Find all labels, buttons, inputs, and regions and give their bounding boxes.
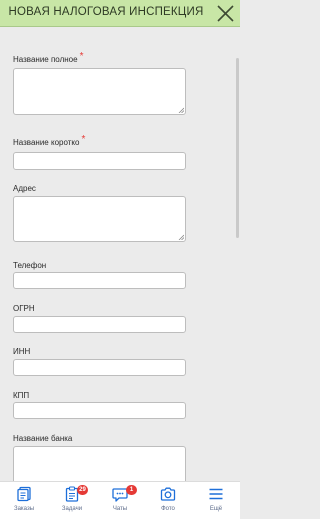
field-label-full-name: Название полное * xyxy=(13,51,84,64)
resize-handle-icon[interactable] xyxy=(178,107,184,113)
app-header: НОВАЯ НАЛОГОВАЯ ИНСПЕКЦИЯ xyxy=(0,0,240,27)
kpp-input[interactable] xyxy=(13,402,186,419)
field-label-short-name: Название коротко * xyxy=(13,134,86,147)
field-label-phone: Телефон xyxy=(13,261,47,270)
tab-more[interactable]: Ещё xyxy=(192,482,240,519)
menu-icon xyxy=(209,488,223,500)
tab-label: Ещё xyxy=(209,506,223,512)
orders-icon xyxy=(17,486,31,502)
organization-form: Название полное * Название коротко * Адрес… xyxy=(0,28,240,481)
tab-photo[interactable]: Фото xyxy=(144,482,192,519)
field-label-inn: ИНН xyxy=(13,347,31,356)
ogrn-input[interactable] xyxy=(13,316,186,333)
tab-tasks[interactable]: 29 Задачи xyxy=(48,482,96,519)
required-mark: * xyxy=(79,51,84,62)
tasks-count-badge: 29 xyxy=(77,485,88,495)
tab-label: Задачи xyxy=(61,506,83,512)
short-name-input[interactable] xyxy=(13,152,186,170)
phone-input[interactable] xyxy=(13,272,186,289)
field-label-bank-name: Название банка xyxy=(13,434,73,443)
bottom-tab-bar: Заказы 29 Задачи 1 Чаты Фото Ещё xyxy=(0,481,240,519)
camera-icon xyxy=(160,487,176,501)
tab-orders[interactable]: Заказы xyxy=(0,482,48,519)
bank-name-textarea[interactable] xyxy=(13,446,186,481)
tab-label: Фото xyxy=(161,506,175,512)
tab-chats[interactable]: 1 Чаты xyxy=(96,482,144,519)
scrollbar[interactable] xyxy=(236,58,239,238)
close-icon xyxy=(217,5,234,22)
close-button[interactable] xyxy=(214,2,237,25)
required-mark: * xyxy=(81,134,86,145)
tab-label: Чаты xyxy=(112,506,128,512)
full-name-textarea[interactable] xyxy=(13,68,186,115)
tab-label: Заказы xyxy=(13,506,35,512)
address-textarea[interactable] xyxy=(13,196,186,242)
field-label-kpp: КПП xyxy=(13,391,30,400)
page-title: НОВАЯ НАЛОГОВАЯ ИНСПЕКЦИЯ xyxy=(8,6,204,18)
field-label-ogrn: ОГРН xyxy=(13,304,35,313)
chats-count-badge: 1 xyxy=(126,485,137,495)
inn-input[interactable] xyxy=(13,359,186,376)
resize-handle-icon[interactable] xyxy=(178,234,184,240)
field-label-address: Адрес xyxy=(13,184,36,193)
